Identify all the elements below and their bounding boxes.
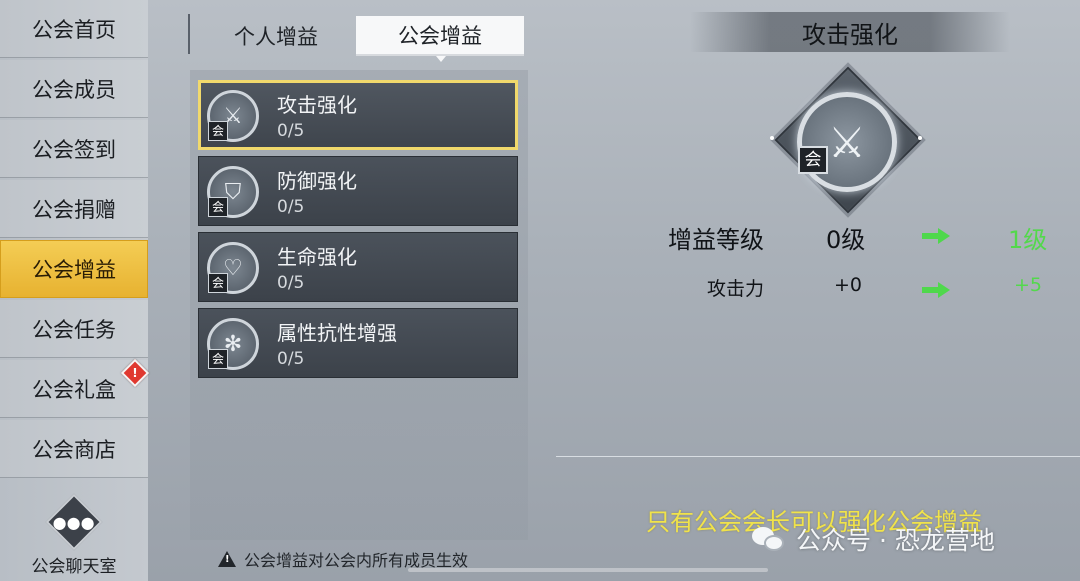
buff-name: 生命强化 [277,245,357,269]
sidebar-item-label: 公会成员 [32,77,116,102]
tab-label: 个人增益 [234,25,318,49]
buff-item-resistance[interactable]: ✻ 会 属性抗性增强 0/5 [198,308,518,378]
sidebar-item-label: 公会捐赠 [32,197,116,222]
alert-badge-icon: ! [120,358,150,388]
buff-item-health[interactable]: ♡ 会 生命强化 0/5 [198,232,518,302]
buff-level: 0/5 [277,197,305,217]
buff-level: 0/5 [277,349,305,369]
sidebar-item-guild-donate[interactable]: 公会捐赠 [0,180,148,238]
chat-label: 公会聊天室 [31,557,117,577]
guild-tag-icon: 会 [798,146,828,174]
tab-label: 公会增益 [398,24,482,48]
shield-icon: ⛉ 会 [207,166,259,218]
guild-chat-button[interactable]: ●●● 公会聊天室 [0,490,148,581]
sidebar-item-label: 公会签到 [32,137,116,162]
buff-name: 属性抗性增强 [277,321,397,345]
horizontal-scrollbar[interactable] [408,568,768,572]
guild-tag-icon: 会 [208,121,228,141]
stat-next: 1级 [1008,226,1048,254]
sidebar-item-guild-checkin[interactable]: 公会签到 [0,120,148,178]
sidebar-item-label: 公会任务 [32,317,116,342]
tab-divider [188,14,190,54]
sidebar-item-label: 公会首页 [32,17,116,42]
crossed-swords-icon: ⚔ 会 [207,90,259,142]
sidebar-item-guild-members[interactable]: 公会成员 [0,60,148,118]
warning-icon: ! [218,551,236,567]
sparkle-icon [770,136,774,140]
tab-personal-buff[interactable]: 个人增益 [192,16,360,56]
guild-tag-icon: 会 [208,273,228,293]
stat-label: 增益等级 [668,226,764,254]
sidebar-item-guild-tasks[interactable]: 公会任务 [0,300,148,358]
buff-item-attack[interactable]: ⚔ 会 攻击强化 0/5 [198,80,518,150]
stat-row-attack: 攻击力 +0 +5 [640,274,1060,310]
stat-current: 0级 [826,226,866,254]
buff-name: 防御强化 [277,169,357,193]
sidebar: 公会首页 公会成员 公会签到 公会捐赠 公会增益 公会任务 公会礼盒 ! 公会商… [0,0,150,581]
arrow-right-icon [922,282,952,298]
sparkle-icon [918,136,922,140]
tab-guild-buff[interactable]: 公会增益 [356,16,524,62]
watermark: 公众号 · 恐龙营地 [752,522,995,556]
stat-next: +5 [1014,274,1043,296]
crossed-swords-icon: ⚔ [797,92,897,192]
sidebar-item-guild-giftbox[interactable]: 公会礼盒 ! [0,358,150,418]
watermark-text: 公众号 · 恐龙营地 [796,526,995,555]
guild-tag-icon: 会 [208,197,228,217]
buff-item-defense[interactable]: ⛉ 会 防御强化 0/5 [198,156,518,226]
buff-name: 攻击强化 [277,93,357,117]
sidebar-item-label: 公会商店 [32,437,116,462]
buff-level: 0/5 [277,273,305,293]
heart-icon: ♡ 会 [207,242,259,294]
sidebar-item-guild-home[interactable]: 公会首页 [0,0,148,58]
guild-tag-icon: 会 [208,349,228,369]
sidebar-item-label: 公会礼盒 [32,377,116,402]
wechat-icon [752,525,786,553]
sidebar-item-guild-buff[interactable]: 公会增益 [0,240,148,298]
elements-icon: ✻ 会 [207,318,259,370]
sidebar-item-guild-shop[interactable]: 公会商店 [0,420,148,478]
sidebar-item-label: 公会增益 [32,258,116,282]
arrow-right-icon [922,228,952,244]
stat-row-buff-level: 增益等级 0级 1级 [640,220,1060,256]
chat-bubble-icon: ●●● [45,493,103,551]
stat-current: +0 [834,274,863,296]
stat-label: 攻击力 [706,278,764,300]
divider [556,456,1080,457]
buff-level: 0/5 [277,121,305,141]
detail-title: 攻击强化 [802,20,898,49]
